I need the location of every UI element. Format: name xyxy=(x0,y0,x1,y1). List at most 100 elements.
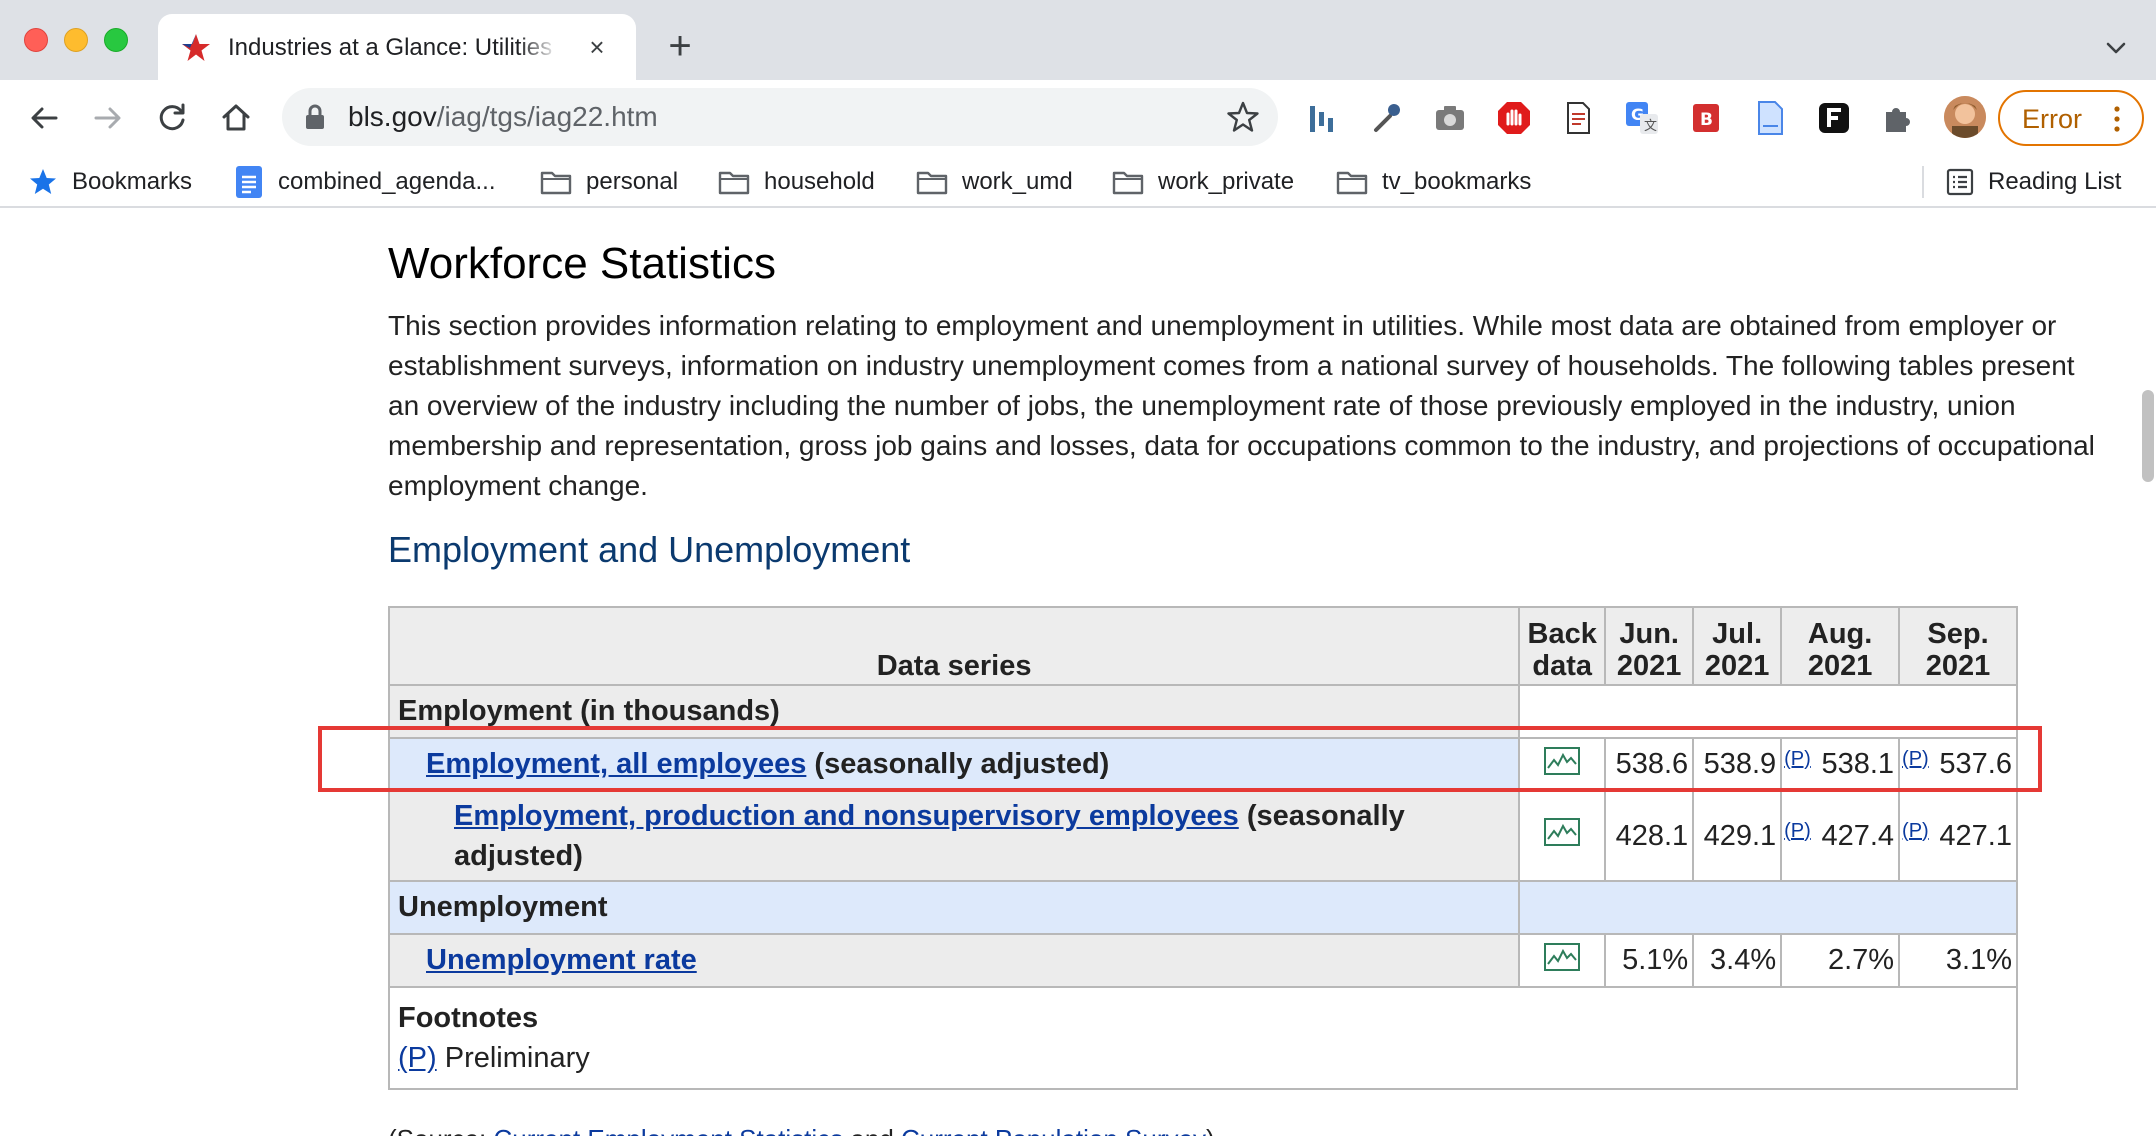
tab-title: Industries at a Glance: Utilities xyxy=(228,34,553,61)
active-tab[interactable]: Industries at a Glance: Utilities × xyxy=(158,14,636,80)
link-employment-all-employees[interactable]: Employment, all employees xyxy=(426,748,806,780)
folder-icon xyxy=(1336,171,1368,195)
value-aug-text: 427.4 xyxy=(1821,819,1895,852)
value-jul: 538.9 xyxy=(1692,737,1783,792)
section-blank xyxy=(1518,880,2018,935)
link-current-employment-statistics[interactable]: Current Employment Statistics xyxy=(494,1124,844,1136)
bookmark-folder-tv-bookmarks[interactable]: tv_bookmarks xyxy=(1336,162,1531,202)
row-label-suffix: (seasonally adjusted) xyxy=(806,748,1110,780)
extension-bars-icon[interactable] xyxy=(1302,98,1342,138)
vertical-scrollbar-thumb[interactable] xyxy=(2142,390,2154,482)
bookmark-label: work_private xyxy=(1158,168,1295,195)
extensions-puzzle-icon[interactable] xyxy=(1878,98,1918,138)
adblock-stop-icon[interactable] xyxy=(1494,98,1534,138)
header-month: Jul. xyxy=(1712,618,1763,650)
url-path: /iag/tgs/iag22.htm xyxy=(436,101,658,132)
tab-bar: Industries at a Glance: Utilities × + xyxy=(0,0,2156,80)
more-menu-icon[interactable] xyxy=(2112,104,2122,134)
source-suffix: ) xyxy=(1206,1124,1215,1136)
link-unemployment-rate[interactable]: Unemployment rate xyxy=(426,944,697,976)
back-arrow-icon[interactable] xyxy=(22,96,66,140)
preliminary-footnote-link[interactable]: (P) xyxy=(1784,820,1811,843)
bookmark-label: tv_bookmarks xyxy=(1382,168,1532,195)
footnote-p-marker[interactable]: (P) xyxy=(398,1042,437,1074)
lock-icon[interactable] xyxy=(304,104,326,130)
tab-search-chevron-icon[interactable] xyxy=(2098,30,2134,66)
bookmarks-separator xyxy=(1922,166,1924,198)
bookmark-red-icon[interactable]: B xyxy=(1686,98,1726,138)
value-jul: 429.1 xyxy=(1692,790,1783,882)
back-data-chart-icon[interactable] xyxy=(1544,746,1581,775)
url-text[interactable]: bls.gov/iag/tgs/iag22.htm xyxy=(348,101,658,133)
table-row-unemployment-rate: Unemployment rate 5.1% 3.4% 2.7% 3.1% xyxy=(387,933,2018,988)
footnotes-row: Footnotes (P) Preliminary xyxy=(388,986,2018,1090)
header-month: Sep. xyxy=(1927,618,1989,650)
bookmark-folder-work-umd[interactable]: work_umd xyxy=(916,162,1073,202)
document-export-icon[interactable] xyxy=(1558,98,1598,138)
footnote-preliminary: (P) Preliminary xyxy=(398,1038,2008,1078)
avatar-face-icon xyxy=(1944,96,1986,138)
docs-icon xyxy=(236,166,262,198)
bookmark-folder-household[interactable]: household xyxy=(718,162,875,202)
header-year: 2021 xyxy=(1807,650,1873,682)
header-back-bottom: data xyxy=(1532,650,1593,682)
bookmark-label: Bookmarks xyxy=(72,168,193,195)
preliminary-footnote-link[interactable]: (P) xyxy=(1784,748,1811,771)
window-close-button[interactable] xyxy=(24,28,48,52)
header-aug-2021: Aug. 2021 xyxy=(1780,606,1901,686)
camera-icon[interactable] xyxy=(1430,98,1470,138)
section-label-unemployment: Unemployment xyxy=(387,880,1521,935)
page-title: Workforce Statistics xyxy=(388,239,776,288)
home-icon[interactable] xyxy=(214,96,258,140)
tab-close-icon[interactable]: × xyxy=(582,32,612,62)
star-icon xyxy=(30,169,56,194)
svg-text:B: B xyxy=(1700,110,1713,130)
google-translate-icon[interactable]: G 文 xyxy=(1622,98,1662,138)
preliminary-footnote-link[interactable]: (P) xyxy=(1902,748,1929,771)
bookmark-combined-agenda[interactable]: combined_agenda... xyxy=(234,162,496,202)
address-bar[interactable]: bls.gov/iag/tgs/iag22.htm xyxy=(282,88,1278,146)
back-data-cell xyxy=(1518,737,1607,792)
reading-list-button[interactable]: Reading List xyxy=(1946,162,2121,202)
bookmark-folder-personal[interactable]: personal xyxy=(540,162,678,202)
reload-icon[interactable] xyxy=(150,96,194,140)
folder-icon xyxy=(718,171,750,195)
link-employment-production-nonsupervisory[interactable]: Employment, production and nonsupervisor… xyxy=(454,800,1239,832)
header-month: Jun. xyxy=(1619,618,1679,650)
header-year: 2021 xyxy=(1616,650,1682,682)
section-row-employment: Employment (in thousands) xyxy=(387,684,2018,739)
folder-icon xyxy=(916,171,948,195)
table-row-all-employees: Employment, all employees (seasonally ad… xyxy=(387,737,2018,792)
bookmark-star-icon[interactable] xyxy=(1226,100,1260,134)
value-jul: 3.4% xyxy=(1692,933,1783,988)
link-current-population-survey[interactable]: Current Population Survey xyxy=(901,1124,1206,1136)
eyedropper-icon[interactable] xyxy=(1366,98,1406,138)
source-line: (Source: Current Employment Statistics a… xyxy=(388,1124,1215,1136)
value-sep: (P) 537.6 xyxy=(1898,737,2018,792)
profile-error-button[interactable]: Error xyxy=(1998,90,2144,146)
bookmark-label: combined_agenda... xyxy=(278,168,496,195)
value-jun: 538.6 xyxy=(1604,737,1695,792)
intro-paragraph: This section provides information relati… xyxy=(388,310,2095,501)
bookmark-folder-work-private[interactable]: work_private xyxy=(1112,162,1294,202)
table-header-row: Data series Back data Jun. 2021 Jul. 2021 A… xyxy=(387,606,2018,686)
back-data-chart-icon[interactable] xyxy=(1544,942,1581,971)
forward-arrow-icon[interactable] xyxy=(86,96,130,140)
header-jun-2021: Jun. 2021 xyxy=(1604,606,1695,686)
back-data-chart-icon[interactable] xyxy=(1544,818,1581,846)
window-minimize-button[interactable] xyxy=(64,28,88,52)
bookmark-label: household xyxy=(764,168,875,195)
profile-avatar[interactable] xyxy=(1944,96,1986,138)
bookmark-label: personal xyxy=(586,168,679,195)
header-jul-2021: Jul. 2021 xyxy=(1692,606,1783,686)
blue-document-icon[interactable] xyxy=(1750,98,1790,138)
framer-extension-icon[interactable] xyxy=(1814,98,1854,138)
window-zoom-button[interactable] xyxy=(104,28,128,52)
value-jun: 428.1 xyxy=(1604,790,1695,882)
section-title: Employment and Unemployment xyxy=(388,529,911,570)
preliminary-footnote-link[interactable]: (P) xyxy=(1902,820,1929,843)
new-tab-button[interactable]: + xyxy=(662,26,698,66)
bookmark-label: work_umd xyxy=(962,168,1073,195)
header-year: 2021 xyxy=(1704,650,1770,682)
bookmark-bookmarks[interactable]: Bookmarks xyxy=(28,162,192,202)
